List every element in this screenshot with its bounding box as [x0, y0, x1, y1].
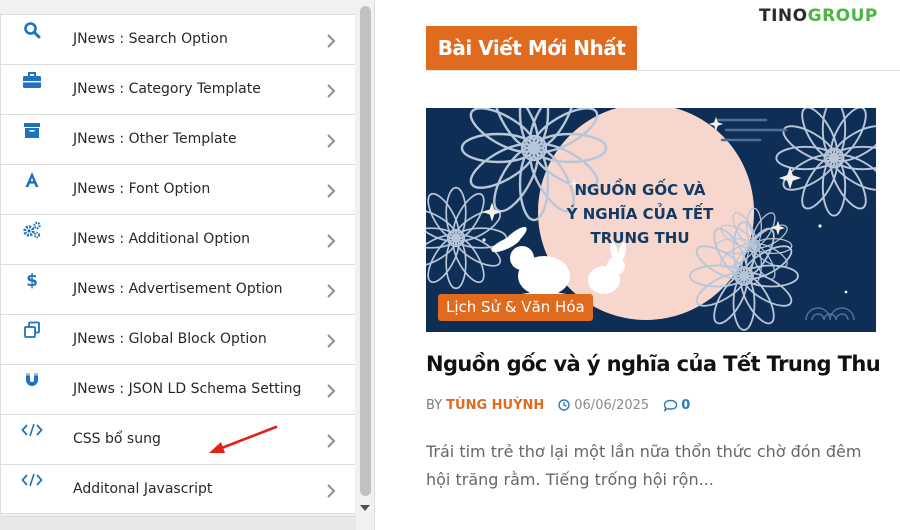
menu-item-label: Additonal Javascript: [73, 481, 213, 497]
meta-by-label: BY: [426, 397, 443, 413]
menu-item-label: JNews : Other Template: [73, 131, 237, 147]
customizer-panel: JNews : Search Option JNews : Category T…: [0, 0, 375, 530]
chevron-right-icon: [327, 334, 336, 348]
chevron-right-icon: [327, 134, 336, 148]
brand-logo: TINOGROUP: [759, 6, 878, 26]
menu-item-advertisement-option[interactable]: $ JNews : Advertisement Option: [0, 264, 355, 314]
menu-item-label: CSS bổ sung: [73, 431, 161, 447]
section-title: Bài Viết Mới Nhất: [437, 36, 626, 60]
menu-item-category-template[interactable]: JNews : Category Template: [0, 64, 355, 114]
chevron-right-icon: [327, 84, 336, 98]
clock-icon: [558, 399, 570, 411]
code-icon: [21, 420, 43, 440]
search-icon: [21, 20, 43, 40]
menu-item-json-ld-schema[interactable]: JNews : JSON LD Schema Setting: [0, 364, 355, 414]
menu-item-label: JNews : Search Option: [73, 31, 228, 47]
chevron-right-icon: [327, 484, 336, 498]
menu-item-label: JNews : Category Template: [73, 81, 261, 97]
menu-item-search-option[interactable]: JNews : Search Option: [0, 14, 355, 64]
dollar-icon: $: [21, 270, 43, 290]
chevron-right-icon: [327, 284, 336, 298]
section-divider: [426, 70, 900, 71]
meta-date: 06/06/2025: [574, 397, 650, 413]
menu-item-label: JNews : Advertisement Option: [73, 281, 283, 297]
menu-item-other-template[interactable]: JNews : Other Template: [0, 114, 355, 164]
chevron-right-icon: [327, 384, 336, 398]
chevron-right-icon: [327, 434, 336, 448]
thumbnail-caption: NGUỒN GỐC VÀ Ý NGHĨA CỦA TẾT TRUNG THU: [566, 181, 714, 247]
menu-item-additional-option[interactable]: JNews : Additional Option: [0, 214, 355, 264]
post-title[interactable]: Nguồn gốc và ý nghĩa của Tết Trung Thu: [426, 352, 900, 376]
menu-item-global-block-option[interactable]: JNews : Global Block Option: [0, 314, 355, 364]
category-badge[interactable]: Lịch Sử & Văn Hóa: [438, 294, 593, 321]
menu-item-label: JNews : Font Option: [73, 181, 211, 197]
gears-icon: [21, 220, 43, 240]
magnet-icon: [21, 370, 43, 390]
svg-text:$: $: [26, 271, 38, 290]
scroll-down-arrow-icon[interactable]: [360, 505, 370, 511]
chevron-right-icon: [327, 184, 336, 198]
scrollbar-thumb[interactable]: [360, 6, 371, 496]
meta-comment-count[interactable]: 0: [681, 398, 690, 413]
menu-item-font-option[interactable]: JNews : Font Option: [0, 164, 355, 214]
section-heading: Bài Viết Mới Nhất: [426, 26, 637, 71]
archive-icon: [21, 120, 43, 140]
panel-footer: [0, 516, 356, 530]
chevron-right-icon: [327, 234, 336, 248]
code-icon: [21, 470, 43, 490]
menu-item-label: JNews : Global Block Option: [73, 331, 267, 347]
post-excerpt: Trái tim trẻ thơ lại một lần nữa thổn th…: [426, 442, 862, 489]
post-meta: BY TÙNG HUỲNH 06/06/2025 0: [426, 396, 690, 414]
menu-item-label: JNews : JSON LD Schema Setting: [73, 381, 302, 397]
customizer-menu: JNews : Search Option JNews : Category T…: [0, 14, 355, 514]
menu-item-css-additional[interactable]: CSS bổ sung: [0, 414, 355, 464]
chevron-right-icon: [327, 34, 336, 48]
comment-icon: [663, 399, 678, 412]
font-icon: [21, 170, 43, 190]
red-pointer-arrow: [209, 425, 278, 453]
menu-item-additional-javascript[interactable]: Additonal Javascript: [0, 464, 355, 514]
copy-icon: [21, 320, 43, 340]
meta-author[interactable]: TÙNG HUỲNH: [446, 398, 544, 413]
menu-item-label: JNews : Additional Option: [73, 231, 251, 247]
briefcase-icon: [21, 70, 43, 90]
